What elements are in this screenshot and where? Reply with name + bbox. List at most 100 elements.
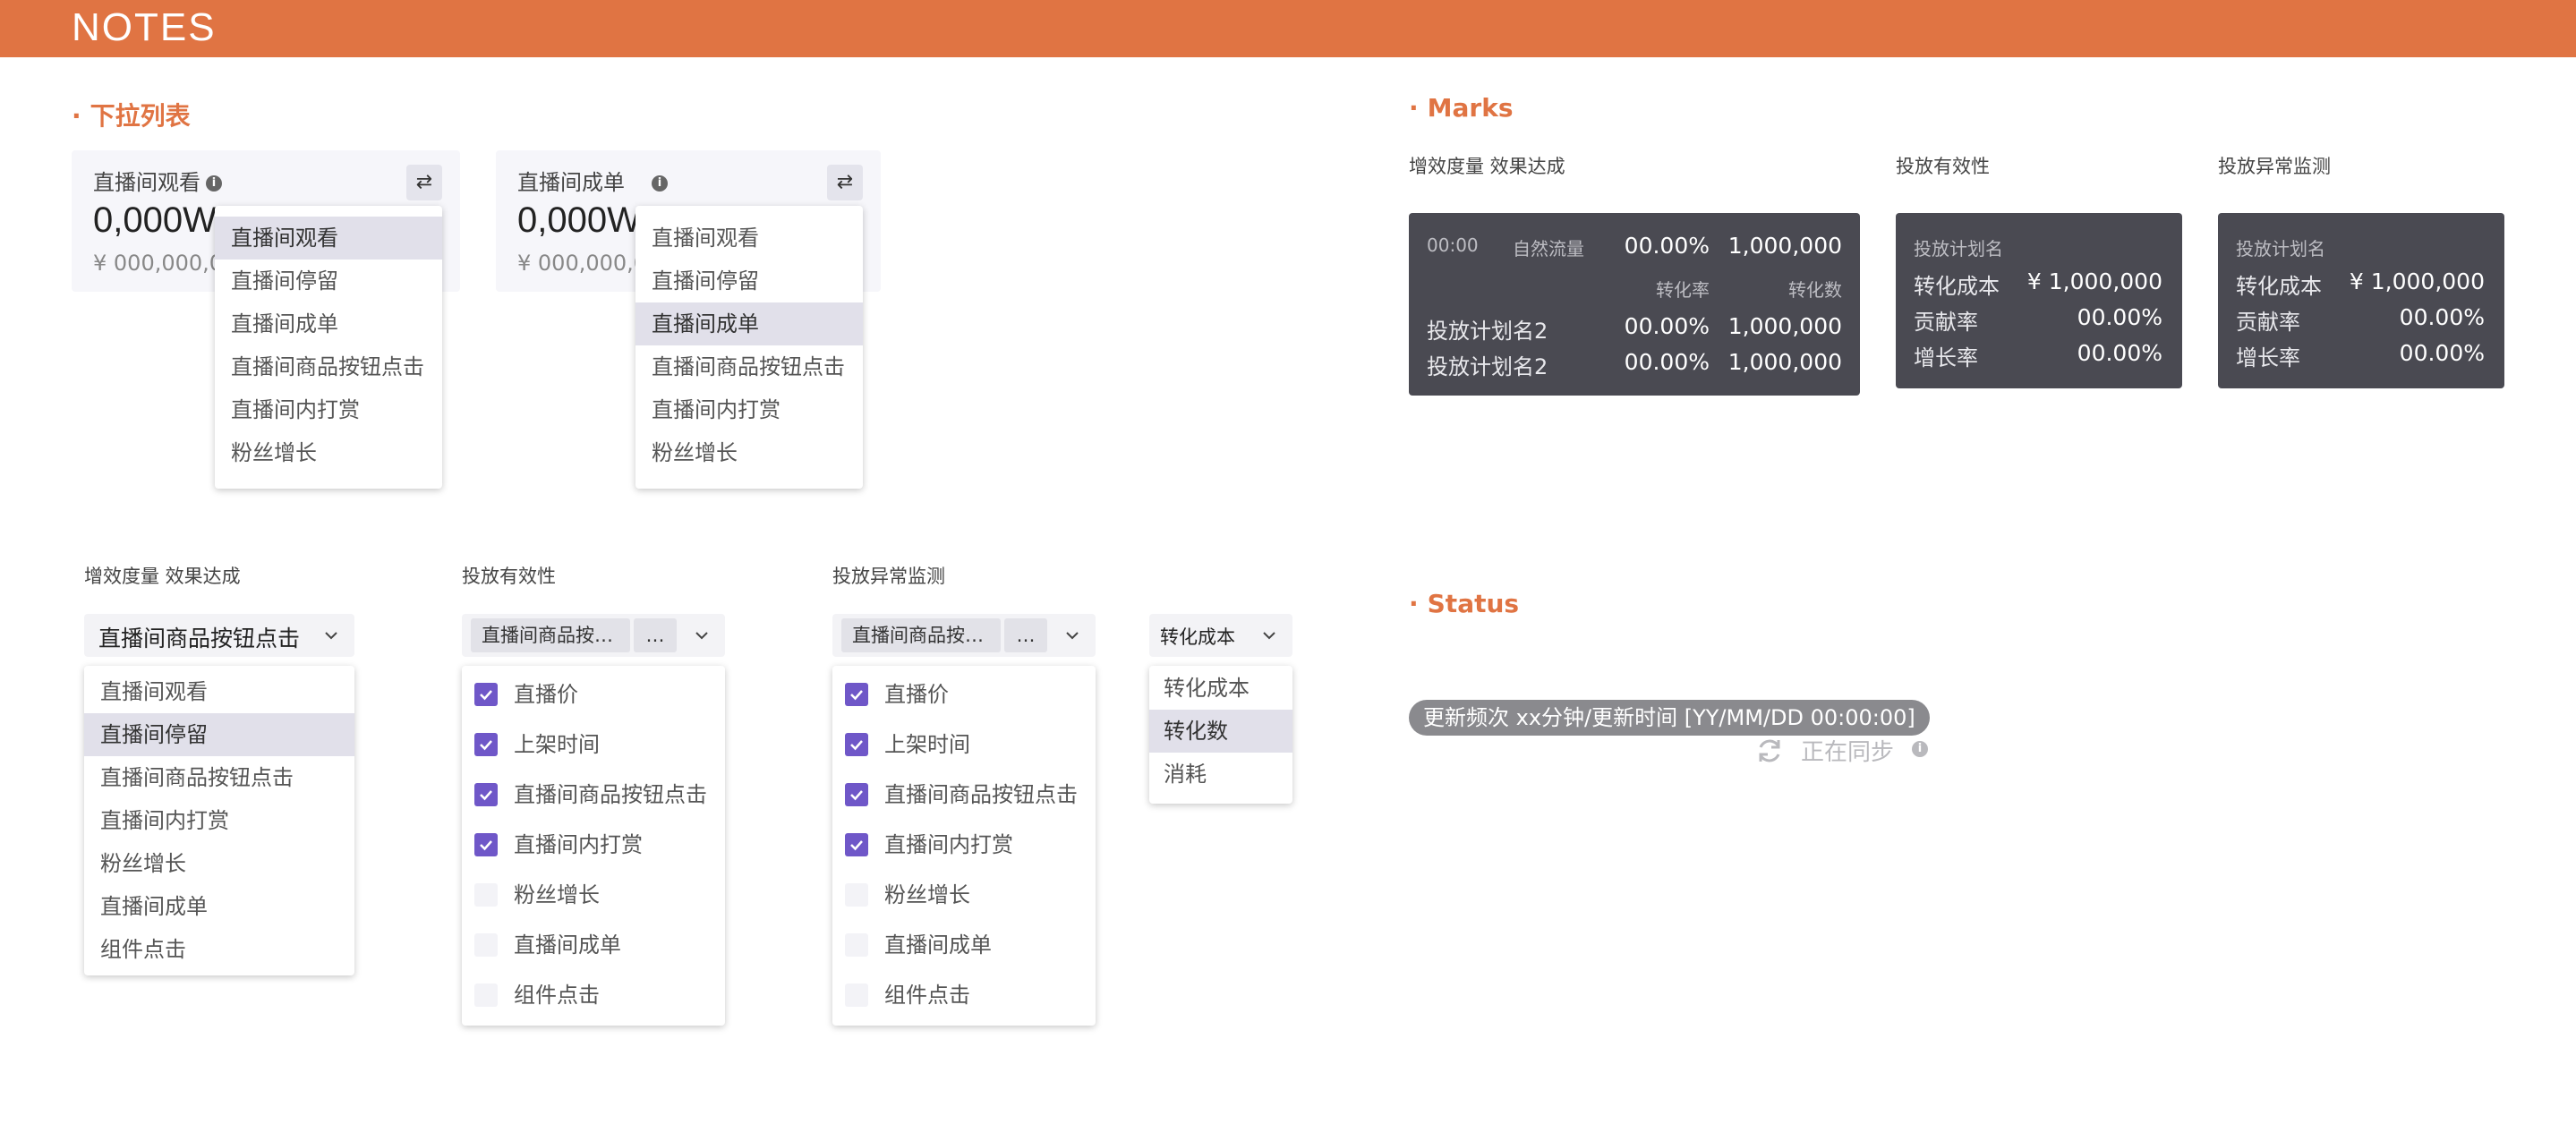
- select-value: 转化成本: [1160, 626, 1235, 648]
- menu-item[interactable]: 转化数: [1149, 710, 1292, 753]
- metric-type-menu: 转化成本 转化数 消耗: [1149, 666, 1292, 804]
- option-row[interactable]: 直播间内打赏: [832, 820, 1096, 870]
- tooltip-value: ¥ 1,000,000: [2026, 268, 2162, 294]
- menu-item[interactable]: 消耗: [1149, 753, 1292, 796]
- check-icon[interactable]: [474, 833, 498, 856]
- effect-select[interactable]: 直播间商品按钮点击: [84, 614, 354, 657]
- selected-tag[interactable]: 直播间商品按…: [841, 618, 1001, 652]
- metric-card-value: 0,000W: [93, 200, 217, 240]
- info-icon[interactable]: i: [206, 175, 222, 192]
- option-row[interactable]: 直播间成单: [832, 920, 1096, 970]
- anomaly-multi-select[interactable]: 直播间商品按… …: [832, 614, 1096, 657]
- option-row[interactable]: 直播间商品按钮点击: [832, 770, 1096, 820]
- metric-card-label: 直播间成单 i: [517, 165, 668, 196]
- menu-item[interactable]: 直播间内打赏: [635, 388, 863, 431]
- sync-status-text: 正在同步: [1801, 739, 1895, 766]
- checkbox-empty[interactable]: [845, 933, 868, 957]
- option-label: 直播间内打赏: [884, 832, 1013, 857]
- option-label: 直播间成单: [514, 932, 621, 958]
- option-label: 组件点击: [884, 983, 970, 1008]
- metric-type-select[interactable]: 转化成本: [1149, 614, 1292, 657]
- option-row[interactable]: 组件点击: [832, 970, 1096, 1020]
- effect-select-menu: 直播间观看 直播间停留 直播间商品按钮点击 直播间内打赏 粉丝增长 直播间成单 …: [84, 666, 354, 975]
- tooltip-key: 转化成本: [1914, 274, 2000, 299]
- tooltip-key: 贡献率: [2236, 310, 2300, 335]
- option-row[interactable]: 上架时间: [832, 720, 1096, 770]
- option-row[interactable]: 直播价: [462, 669, 725, 720]
- checkbox-empty[interactable]: [474, 933, 498, 957]
- info-icon[interactable]: i: [652, 175, 668, 192]
- option-row[interactable]: 上架时间: [462, 720, 725, 770]
- mark-label-validity: 投放有效性: [1896, 156, 1990, 177]
- checkbox-empty[interactable]: [474, 984, 498, 1007]
- option-row[interactable]: 直播价: [832, 669, 1096, 720]
- swap-icon[interactable]: ⇄: [406, 165, 442, 200]
- menu-item[interactable]: 粉丝增长: [84, 842, 354, 885]
- metric-card-sub: ¥ 000,000,0: [517, 251, 648, 276]
- validity-options-menu: 直播价 上架时间 直播间商品按钮点击 直播间内打赏 粉丝增长 直播间成单 组件点…: [462, 666, 725, 1026]
- tooltip-validity: 投放计划名 转化成本 ¥ 1,000,000 贡献率 00.00% 增长率 00…: [1896, 213, 2182, 388]
- tooltip-series: 自然流量: [1513, 238, 1584, 260]
- check-icon[interactable]: [845, 683, 868, 706]
- option-row[interactable]: 直播间商品按钮点击: [462, 770, 725, 820]
- menu-item[interactable]: 直播间成单: [84, 885, 354, 928]
- chevron-down-icon: [325, 632, 337, 640]
- option-row[interactable]: 粉丝增长: [832, 870, 1096, 920]
- tooltip-value: 1,000,000: [1727, 313, 1842, 339]
- more-tag[interactable]: …: [634, 618, 677, 652]
- checkbox-empty[interactable]: [845, 984, 868, 1007]
- mark-label-anomaly: 投放异常监测: [2218, 156, 2331, 177]
- menu-item[interactable]: 组件点击: [84, 928, 354, 971]
- check-icon[interactable]: [474, 783, 498, 806]
- menu-item[interactable]: 直播间停留: [84, 713, 354, 756]
- menu-item[interactable]: 直播间内打赏: [215, 388, 442, 431]
- menu-item[interactable]: 直播间观看: [635, 217, 863, 260]
- menu-item[interactable]: 转化成本: [1149, 667, 1292, 710]
- option-label: 直播间商品按钮点击: [514, 782, 707, 807]
- top-bar: [0, 0, 2576, 57]
- menu-item[interactable]: 直播间成单: [215, 302, 442, 345]
- option-label: 直播价: [514, 682, 578, 707]
- option-label: 直播间商品按钮点击: [884, 782, 1078, 807]
- option-row[interactable]: 直播间成单: [462, 920, 725, 970]
- menu-item[interactable]: 直播间观看: [84, 670, 354, 713]
- swap-icon[interactable]: ⇄: [827, 165, 863, 200]
- field-label-validity: 投放有效性: [462, 566, 556, 587]
- tooltip-key: 贡献率: [1914, 310, 1978, 335]
- menu-item[interactable]: 直播间成单: [635, 302, 863, 345]
- menu-item[interactable]: 直播间商品按钮点击: [215, 345, 442, 388]
- checkbox-empty[interactable]: [845, 883, 868, 907]
- selected-tag[interactable]: 直播间商品按…: [471, 618, 630, 652]
- tooltip-value: 00.00%: [1624, 233, 1710, 259]
- tooltip-header: 转化率: [1656, 279, 1710, 301]
- menu-item[interactable]: 直播间商品按钮点击: [84, 756, 354, 799]
- menu-item[interactable]: 直播间停留: [635, 260, 863, 302]
- mark-label-effect: 增效度量 效果达成: [1409, 156, 1565, 177]
- tooltip-key: 增长率: [1914, 345, 1978, 370]
- menu-item[interactable]: 直播间停留: [215, 260, 442, 302]
- check-icon[interactable]: [474, 683, 498, 706]
- option-label: 直播价: [884, 682, 949, 707]
- menu-item[interactable]: 直播间内打赏: [84, 799, 354, 842]
- option-row[interactable]: 粉丝增长: [462, 870, 725, 920]
- option-row[interactable]: 直播间内打赏: [462, 820, 725, 870]
- menu-item[interactable]: 粉丝增长: [635, 431, 863, 474]
- info-icon[interactable]: i: [1912, 741, 1928, 757]
- menu-item[interactable]: 直播间观看: [215, 217, 442, 260]
- check-icon[interactable]: [845, 733, 868, 756]
- option-label: 直播间内打赏: [514, 832, 643, 857]
- menu-item[interactable]: 粉丝增长: [215, 431, 442, 474]
- more-tag[interactable]: …: [1004, 618, 1047, 652]
- metric-card-label: 直播间观看 i: [93, 165, 222, 196]
- validity-multi-select[interactable]: 直播间商品按… …: [462, 614, 725, 657]
- menu-item[interactable]: 直播间商品按钮点击: [635, 345, 863, 388]
- check-icon[interactable]: [474, 733, 498, 756]
- anomaly-options-menu: 直播价 上架时间 直播间商品按钮点击 直播间内打赏 粉丝增长 直播间成单 组件点…: [832, 666, 1096, 1026]
- check-icon[interactable]: [845, 783, 868, 806]
- option-row[interactable]: 组件点击: [462, 970, 725, 1020]
- update-status-pill: 更新频次 xx分钟/更新时间 [YY/MM/DD 00:00:00]: [1409, 700, 1930, 736]
- checkbox-empty[interactable]: [474, 883, 498, 907]
- sync-icon: [1759, 739, 1780, 762]
- check-icon[interactable]: [845, 833, 868, 856]
- section-title-status: Status: [1409, 589, 1519, 618]
